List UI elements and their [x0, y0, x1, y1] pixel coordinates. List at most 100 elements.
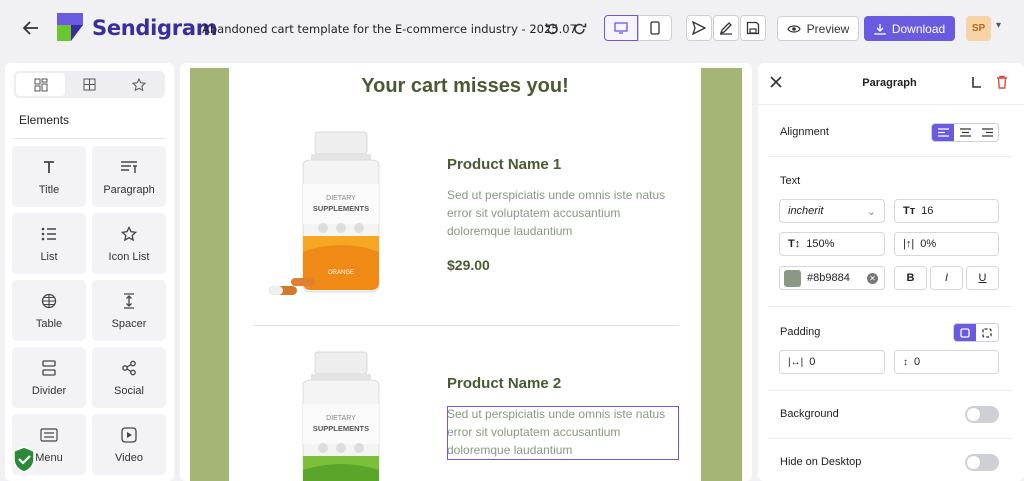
- line-height-value: 150%: [806, 238, 835, 250]
- video-icon: [119, 425, 139, 445]
- share-icon: [119, 358, 139, 378]
- save-icon[interactable]: [740, 15, 766, 41]
- italic-button[interactable]: I: [930, 266, 963, 290]
- mobile-view-icon[interactable]: [638, 15, 672, 41]
- font-size-icon: Tт: [903, 205, 916, 217]
- send-icon[interactable]: [686, 15, 712, 41]
- header-divider: [758, 104, 1024, 105]
- element-list-label: List: [40, 251, 58, 263]
- product-1-image[interactable]: DIETARY SUPPLEMENTS ORANGE: [267, 126, 389, 302]
- bottle-text-1: DIETARY: [326, 195, 356, 202]
- grid-icon[interactable]: [65, 73, 114, 96]
- element-social[interactable]: Social: [92, 347, 166, 408]
- font-family-select[interactable]: incherit ⌄: [779, 199, 885, 223]
- email-body: Your cart misses you! DIETARY SUPPLEMENT…: [229, 68, 701, 481]
- star-icon[interactable]: [114, 73, 163, 96]
- alignment-label: Alignment: [780, 126, 829, 138]
- layout-icon[interactable]: [16, 73, 65, 96]
- align-left-icon[interactable]: [932, 124, 954, 141]
- download-icon: [874, 23, 886, 35]
- element-spacer-label: Spacer: [111, 318, 147, 330]
- font-family-value: incherit: [788, 205, 824, 217]
- background-toggle[interactable]: [965, 406, 999, 423]
- shield-icon[interactable]: [12, 446, 36, 473]
- padding-horizontal-field[interactable]: |↔| 0: [779, 350, 885, 374]
- edit-icon[interactable]: [713, 15, 739, 41]
- selection-outline: [447, 406, 679, 460]
- bottle-2-text-1: DIETARY: [326, 415, 356, 422]
- eye-icon: [786, 24, 801, 33]
- menu-icon: [39, 425, 59, 445]
- bottle-flavor: ORANGE: [328, 270, 354, 276]
- element-divider-label: Divider: [31, 385, 67, 397]
- color-field[interactable]: #8b9884 ✕: [779, 266, 885, 290]
- background-label: Background: [780, 408, 839, 420]
- font-size-field[interactable]: Tт 16: [894, 199, 999, 223]
- element-video[interactable]: Video: [92, 414, 166, 475]
- padding-uniform-icon[interactable]: [954, 324, 976, 341]
- element-paragraph-label: Paragraph: [103, 184, 155, 196]
- element-list[interactable]: List: [12, 213, 86, 274]
- download-label: Download: [891, 21, 946, 36]
- line-height-field[interactable]: T↕ 150%: [779, 232, 885, 256]
- spacer-icon: [119, 291, 139, 311]
- undo-icon[interactable]: [543, 20, 561, 38]
- element-title[interactable]: Title: [12, 146, 86, 207]
- color-swatch[interactable]: [784, 269, 801, 287]
- padding-individual-icon[interactable]: [976, 324, 998, 341]
- chevron-down-icon[interactable]: ▾: [996, 20, 1001, 31]
- preview-button[interactable]: Preview: [777, 16, 859, 41]
- brand-name: Sendigram: [92, 16, 218, 40]
- element-social-label: Social: [114, 385, 144, 397]
- padding-vertical-field[interactable]: ↕ 0: [894, 350, 999, 374]
- section-divider: [768, 438, 1012, 439]
- corner-icon[interactable]: [970, 76, 982, 94]
- document-title[interactable]: Abandoned cart template for the E-commer…: [202, 22, 577, 36]
- element-icon-list[interactable]: Icon List: [92, 213, 166, 274]
- product-1-name[interactable]: Product Name 1: [447, 156, 561, 173]
- align-right-icon[interactable]: [976, 124, 998, 141]
- product-1-price[interactable]: $29.00: [447, 257, 490, 273]
- preview-label: Preview: [806, 21, 850, 36]
- panel-tabs: [14, 71, 165, 98]
- text-label: Text: [780, 175, 801, 187]
- list-icon: [39, 224, 59, 244]
- hide-desktop-label: Hide on Desktop: [780, 456, 862, 468]
- title-icon: [39, 157, 59, 177]
- product-1-description[interactable]: Sed ut perspiciatis unde omnis iste natu…: [447, 186, 679, 240]
- chevron-down-icon: ⌄: [866, 205, 876, 218]
- table-icon: [39, 291, 59, 311]
- email-title[interactable]: Your cart misses you!: [229, 75, 701, 98]
- letter-spacing-field[interactable]: |↑| 0%: [894, 232, 999, 256]
- line-height-icon: T↕: [788, 238, 801, 250]
- alignment-control: [931, 123, 999, 142]
- redo-icon[interactable]: [571, 20, 589, 38]
- element-divider[interactable]: Divider: [12, 347, 86, 408]
- product-divider[interactable]: [253, 325, 679, 326]
- avatar[interactable]: SP: [966, 16, 991, 41]
- section-divider: [768, 390, 1012, 391]
- element-spacer[interactable]: Spacer: [92, 280, 166, 341]
- desktop-view-icon[interactable]: [604, 15, 638, 41]
- underline-button[interactable]: U: [966, 266, 999, 290]
- bold-button[interactable]: B: [894, 266, 927, 290]
- element-paragraph[interactable]: Paragraph: [92, 146, 166, 207]
- padding-vertical-icon: ↕: [903, 356, 908, 368]
- font-size-value: 16: [921, 205, 934, 217]
- elements-panel: Elements Title Paragraph List Icon List …: [5, 63, 174, 481]
- hide-desktop-toggle[interactable]: [965, 454, 999, 471]
- product-2-name[interactable]: Product Name 2: [447, 375, 561, 392]
- element-table-label: Table: [35, 318, 63, 330]
- bottle-2-text-2: SUPPLEMENTS: [313, 424, 369, 433]
- paragraph-icon: [119, 157, 139, 177]
- trash-icon[interactable]: [996, 75, 1008, 94]
- back-arrow-icon[interactable]: [18, 15, 44, 41]
- clear-icon[interactable]: ✕: [867, 272, 878, 284]
- star-icon: [119, 224, 139, 244]
- padding-horizontal-icon: |↔|: [788, 356, 804, 368]
- section-divider: [768, 306, 1012, 307]
- product-2-image[interactable]: DIETARY SUPPLEMENTS: [267, 346, 389, 481]
- download-button[interactable]: Download: [864, 16, 955, 41]
- element-table[interactable]: Table: [12, 280, 86, 341]
- align-center-icon[interactable]: [954, 124, 976, 141]
